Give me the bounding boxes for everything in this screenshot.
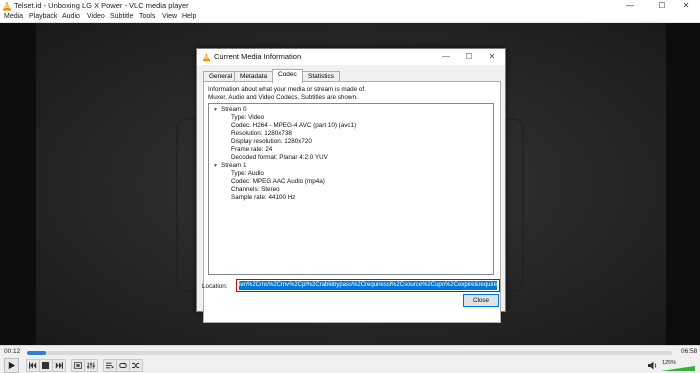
dialog-title: Current Media Information (214, 52, 302, 61)
location-highlight-box: ien%2Cms%2Cmv%2Cpl%2Crablebypass%2Crequi… (236, 279, 500, 292)
stop-icon (42, 362, 49, 369)
stream-tree[interactable]: ▼ Stream 0 Type: Video Codec: H264 - MPEG… (208, 103, 494, 275)
fullscreen-button[interactable] (71, 359, 85, 372)
volume-icon[interactable] (648, 361, 658, 370)
extended-settings-button[interactable] (84, 359, 98, 372)
close-button[interactable]: ✕ (672, 0, 700, 12)
dialog-close-button[interactable]: ✕ (481, 51, 503, 63)
tree-item: Decoded format: Planar 4:2:0 YUV (231, 154, 328, 161)
menu-bar: Media Playback Audio Video Subtitle Tool… (0, 12, 700, 23)
tree-stream-1[interactable]: ▼ Stream 1 (213, 162, 247, 170)
tree-item: Codec: MPEG AAC Audio (mp4a) (231, 178, 325, 185)
menu-media[interactable]: Media (4, 12, 23, 22)
tab-codec[interactable]: Codec (272, 69, 303, 83)
info-line: Information about what your media or str… (208, 86, 366, 93)
tree-item: Codec: H264 - MPEG-4 AVC (part 10) (avc1… (231, 122, 357, 129)
minimize-button[interactable]: — (616, 0, 644, 12)
menu-view[interactable]: View (162, 12, 177, 22)
shuffle-button[interactable] (129, 359, 143, 372)
menu-subtitle[interactable]: Subtitle (110, 12, 133, 22)
play-icon (8, 361, 16, 370)
collapse-chevron-icon[interactable]: ▼ (213, 106, 221, 114)
play-button[interactable] (4, 358, 19, 373)
tree-stream-0[interactable]: ▼ Stream 0 (213, 106, 247, 114)
menu-tools[interactable]: Tools (139, 12, 155, 22)
window-title: Telset.id - Unboxing LG X Power - VLC me… (14, 1, 189, 10)
dialog-maximize-button[interactable]: ☐ (458, 51, 480, 63)
location-label: Location: (202, 283, 228, 290)
fullscreen-icon (74, 362, 82, 369)
next-icon (55, 362, 63, 369)
seek-bar[interactable] (27, 351, 672, 355)
seek-progress (27, 351, 47, 355)
dialog-close-action-button[interactable]: Close (463, 294, 499, 307)
stream-label: Stream 0 (221, 106, 247, 113)
player-controls: 00:12 06:58 125% (0, 345, 700, 373)
codec-info-text: Information about what your media or str… (208, 86, 498, 102)
dialog-minimize-button[interactable]: — (435, 51, 457, 63)
stop-button[interactable] (39, 359, 53, 372)
stream-label: Stream 1 (221, 162, 247, 169)
menu-audio[interactable]: Audio (62, 12, 80, 22)
tree-item: Sample rate: 44100 Hz (231, 194, 296, 201)
vlc-cone-icon (202, 52, 211, 62)
elapsed-time: 00:12 (4, 348, 21, 355)
tree-item: Type: Audio (231, 170, 264, 177)
info-line: Muxer, Audio and Video Codecs, Subtitles… (208, 94, 358, 101)
menu-help[interactable]: Help (182, 12, 196, 22)
next-button[interactable] (52, 359, 66, 372)
tree-item: Display resolution: 1280x720 (231, 138, 312, 145)
volume-slider[interactable] (661, 366, 695, 371)
shuffle-icon (132, 363, 140, 368)
vlc-cone-icon (3, 1, 11, 11)
total-time: 06:58 (681, 348, 698, 355)
media-info-dialog: Current Media Information — ☐ ✕ General … (196, 48, 506, 323)
playlist-button[interactable] (103, 359, 117, 372)
tree-item: Resolution: 1280x738 (231, 130, 292, 137)
tree-item: Channels: Stereo (231, 186, 280, 193)
window-titlebar: Telset.id - Unboxing LG X Power - VLC me… (0, 0, 700, 12)
dialog-titlebar: Current Media Information — ☐ ✕ (197, 49, 505, 65)
location-input[interactable]: ien%2Cms%2Cmv%2Cpl%2Crablebypass%2Crequi… (239, 281, 497, 290)
menu-playback[interactable]: Playback (29, 12, 57, 22)
previous-icon (29, 362, 37, 369)
loop-button[interactable] (116, 359, 130, 372)
loop-icon (119, 362, 127, 368)
tree-item: Type: Video (231, 114, 265, 121)
collapse-chevron-icon[interactable]: ▼ (213, 162, 221, 170)
tree-item: Frame rate: 24 (231, 146, 273, 153)
playlist-icon (106, 362, 114, 369)
equalizer-icon (87, 362, 95, 369)
previous-button[interactable] (26, 359, 40, 372)
menu-video[interactable]: Video (87, 12, 105, 22)
